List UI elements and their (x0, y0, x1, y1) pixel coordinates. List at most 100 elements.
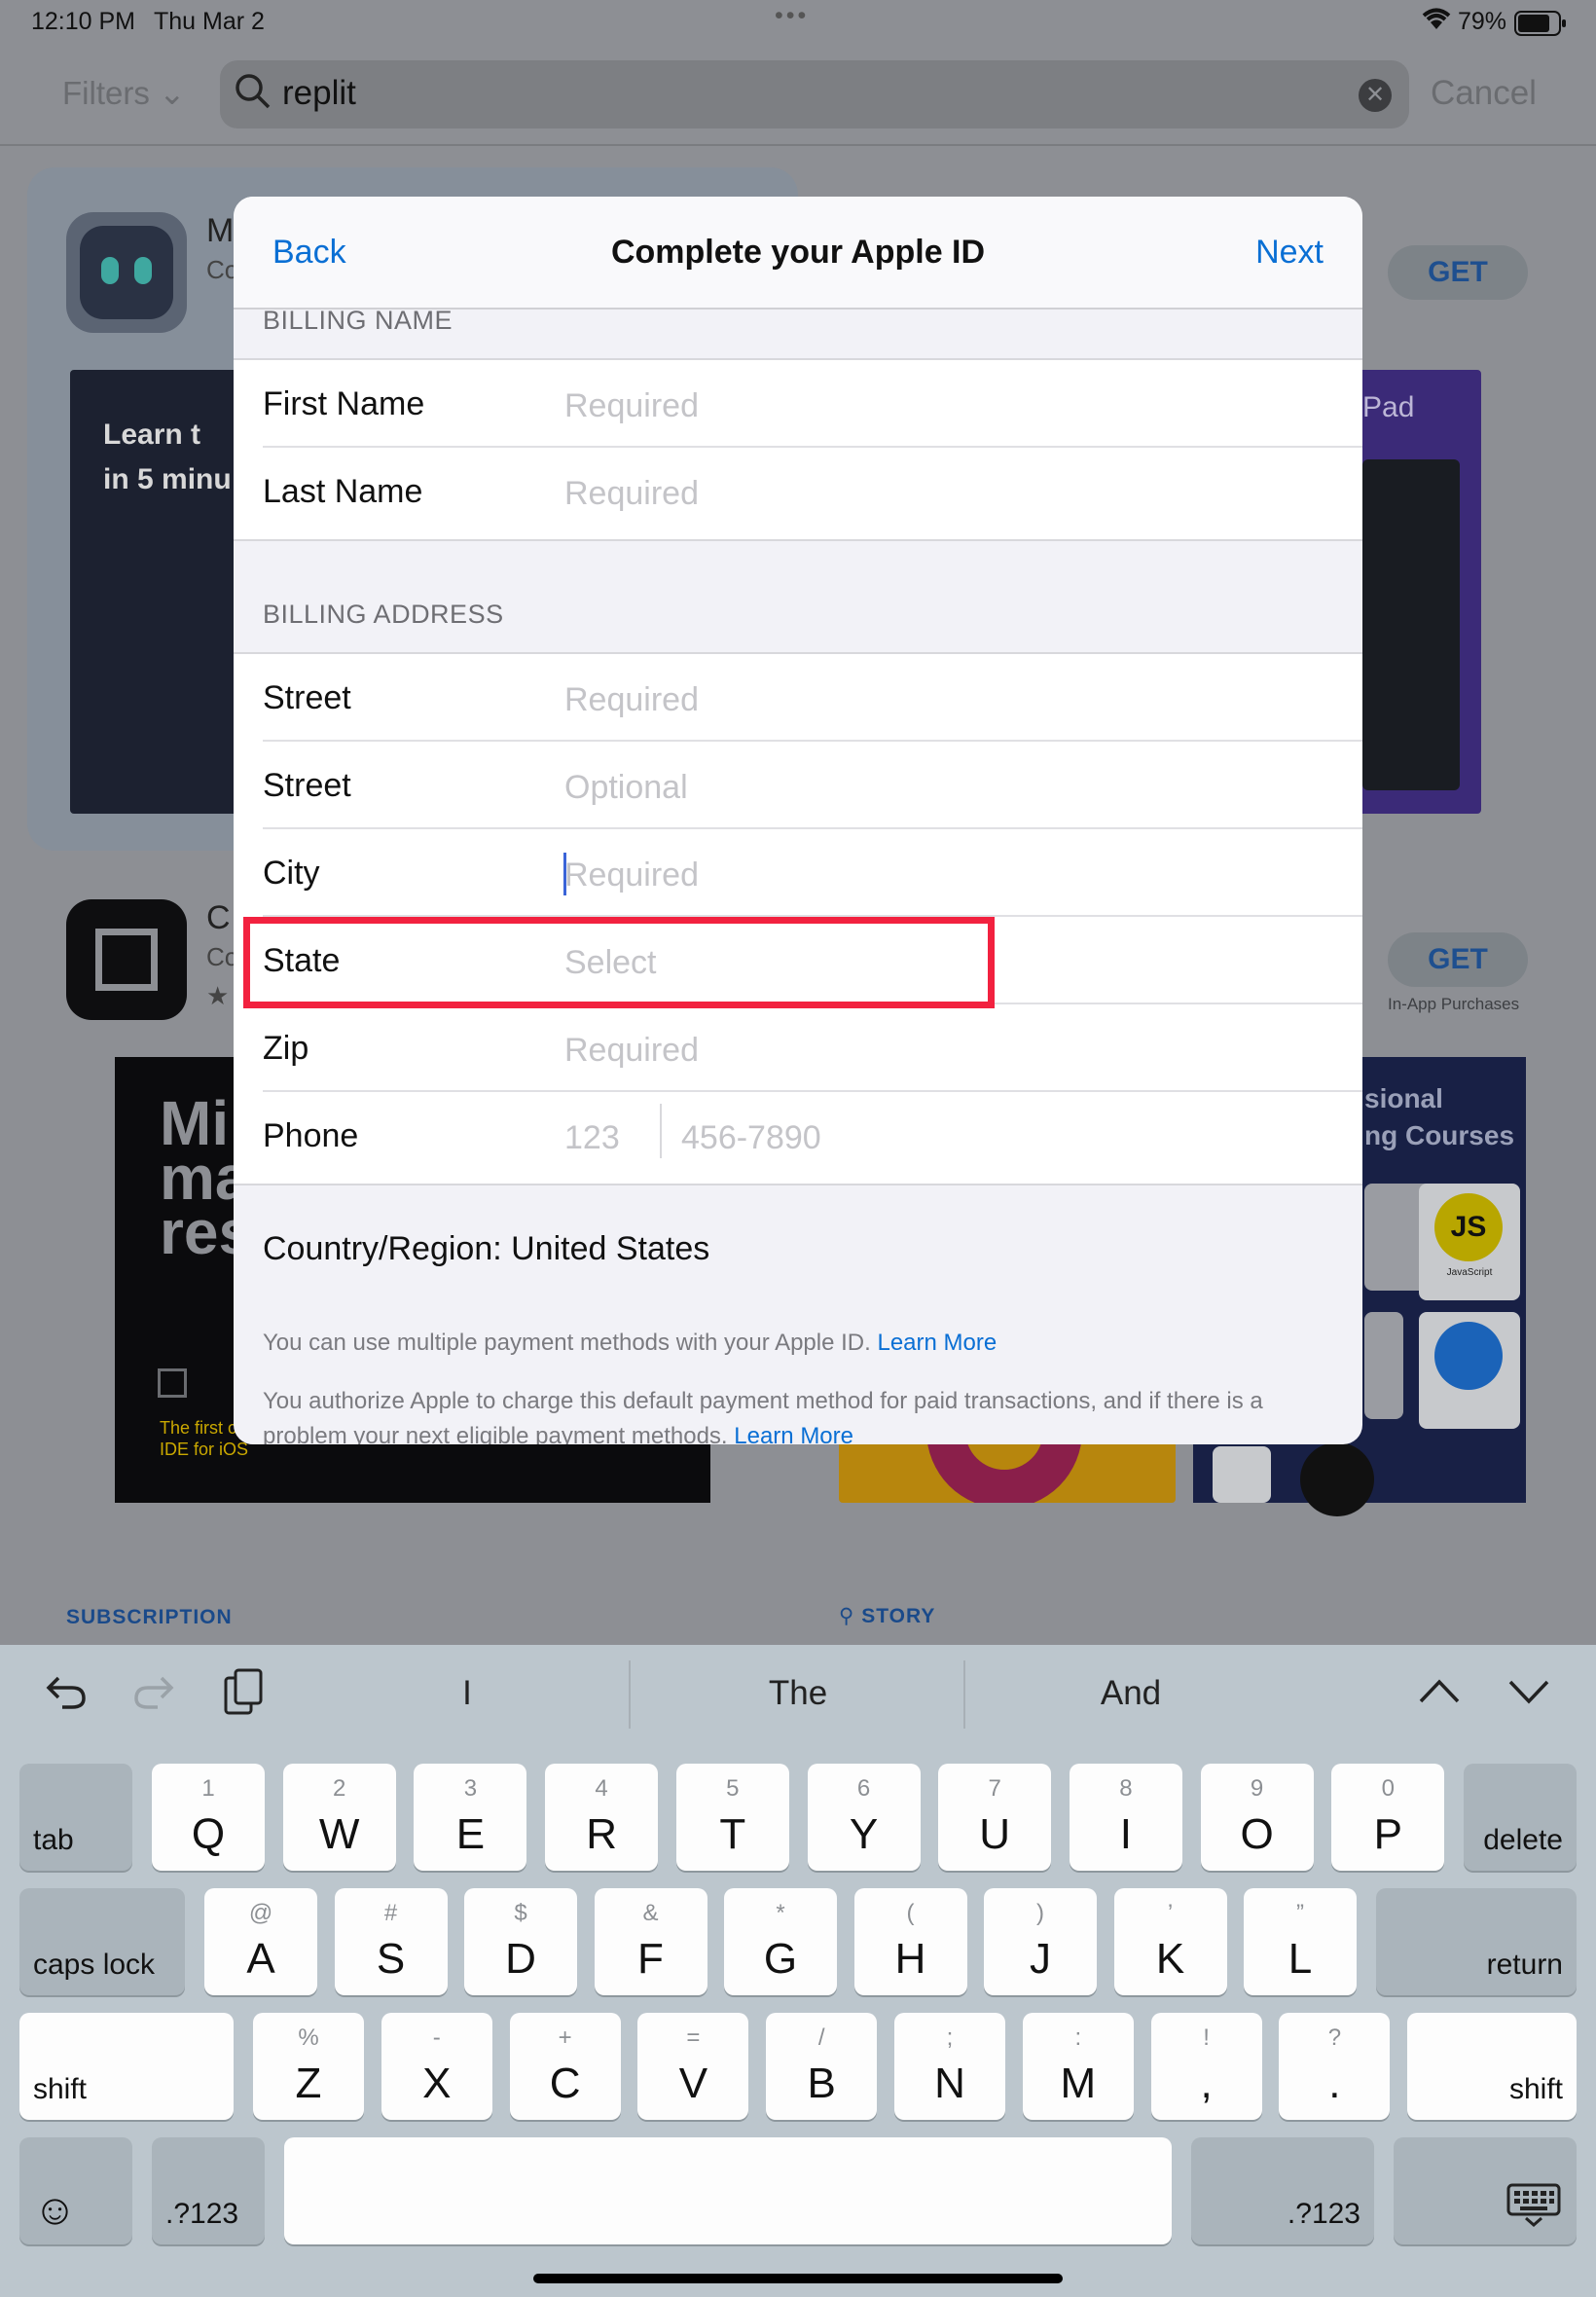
key-label: D (505, 1935, 536, 1983)
city-row[interactable]: City Required (234, 829, 1362, 917)
key-v[interactable]: = V (637, 2013, 749, 2120)
key-alt-label: = (686, 2024, 701, 2051)
numbers-key-left[interactable]: .?123 (152, 2137, 265, 2244)
key-n[interactable]: ; N (894, 2013, 1005, 2120)
emoji-icon: ☺ (33, 2186, 77, 2234)
key-c[interactable]: + C (509, 2013, 621, 2120)
key-alt-label: 0 (1381, 1775, 1395, 1802)
phone-area-input[interactable]: 123 (564, 1119, 620, 1157)
sheet-title: Complete your Apple ID (610, 234, 986, 271)
key-y[interactable]: 6Y (807, 1764, 921, 1871)
street-input[interactable]: Required (564, 681, 699, 719)
billing-name-group: First Name Required Last Name Required (234, 358, 1362, 541)
street2-label: Street (263, 767, 351, 804)
dismiss-keyboard-key[interactable] (1394, 2137, 1577, 2244)
tab-key[interactable]: tab (19, 1764, 132, 1871)
star-icon: ★ (206, 981, 230, 1010)
next-button[interactable]: Next (1255, 234, 1324, 272)
suggestion-2[interactable]: The (701, 1674, 895, 1713)
key-e[interactable]: 3E (414, 1764, 527, 1871)
clear-search-icon[interactable]: ✕ (1359, 79, 1392, 112)
key-h[interactable]: (H (853, 1888, 967, 1995)
billing-name-header: BILLING NAME (263, 306, 453, 335)
space-bar[interactable] (284, 2137, 1172, 2244)
first-name-row[interactable]: First Name Required (234, 360, 1362, 448)
key-w[interactable]: 2W (282, 1764, 396, 1871)
key-alt-label: 1 (201, 1775, 215, 1802)
key-period[interactable]: ?. (1279, 2013, 1391, 2120)
phone-number-input[interactable]: 456-7890 (681, 1119, 821, 1157)
get-button[interactable]: GET (1388, 932, 1528, 987)
key-label: A (246, 1935, 275, 1983)
key-i[interactable]: 8I (1069, 1764, 1182, 1871)
key-s[interactable]: # S (334, 1888, 448, 1995)
city-input[interactable]: Required (564, 857, 699, 894)
key-alt-label: ) (1036, 1900, 1044, 1926)
chevron-down-icon[interactable] (1506, 1672, 1551, 1721)
key-x[interactable]: -X (381, 2013, 492, 2120)
billing-address-header: BILLING ADDRESS (263, 600, 504, 629)
zip-row[interactable]: Zip Required (234, 1004, 1362, 1092)
cancel-search-button[interactable]: Cancel (1431, 74, 1537, 113)
subscription-label: SUBSCRIPTION (66, 1606, 233, 1628)
key-r[interactable]: 4R (545, 1764, 659, 1871)
suggestion-3[interactable]: And (1034, 1674, 1228, 1713)
key-q[interactable]: 1Q (152, 1764, 265, 1871)
key-g[interactable]: * G (724, 1888, 837, 1995)
shift-key-left[interactable]: shift (19, 2013, 234, 2120)
key-label: M (1060, 2060, 1097, 2107)
first-name-input[interactable]: Required (564, 387, 699, 425)
key-k[interactable]: ’ K (1113, 1888, 1227, 1995)
key-j[interactable]: ) J (984, 1888, 1097, 1995)
key-comma[interactable]: !, (1150, 2013, 1262, 2120)
zip-input[interactable]: Required (564, 1032, 699, 1070)
learn-more-link[interactable]: Learn More (734, 1423, 853, 1444)
get-button[interactable]: GET (1388, 245, 1528, 300)
app-icon-robot[interactable] (66, 212, 187, 333)
redo-icon[interactable] (132, 1672, 175, 1721)
search-field[interactable]: replit ✕ (220, 60, 1409, 128)
key-l[interactable]: ” L (1244, 1888, 1357, 1995)
key-z[interactable]: % Z (253, 2013, 364, 2120)
caps-lock-key[interactable]: caps lock (19, 1888, 185, 1995)
key-p[interactable]: 0P (1331, 1764, 1445, 1871)
multitask-dots-icon[interactable]: ••• (775, 2, 809, 30)
shift-key-right[interactable]: shift (1407, 2013, 1577, 2120)
filters-button[interactable]: Filters ⌄ (62, 74, 186, 112)
phone-row[interactable]: Phone 123 456-7890 (234, 1092, 1362, 1180)
key-label: L (1288, 1935, 1313, 1983)
street2-input[interactable]: Optional (564, 769, 688, 807)
home-indicator[interactable] (533, 2274, 1063, 2283)
key-a[interactable]: @ A (204, 1888, 317, 1995)
in-app-purchases-label: In-App Purchases (1388, 995, 1520, 1013)
country-region[interactable]: Country/Region: United States (263, 1230, 709, 1268)
key-u[interactable]: 7U (938, 1764, 1052, 1871)
app-icon-square[interactable] (66, 899, 187, 1020)
key-label: B (807, 2060, 836, 2107)
key-label: O (1240, 1810, 1274, 1858)
paste-icon[interactable] (222, 1668, 265, 1727)
key-alt-label: - (432, 2024, 441, 2051)
key-t[interactable]: 5T (675, 1764, 789, 1871)
suggestion-1[interactable]: I (428, 1674, 506, 1713)
key-alt-label: 5 (726, 1775, 740, 1802)
delete-key[interactable]: delete (1464, 1764, 1577, 1871)
key-d[interactable]: $ D (464, 1888, 577, 1995)
key-alt-label: ? (1327, 2024, 1342, 2051)
key-o[interactable]: 9O (1200, 1764, 1314, 1871)
key-m[interactable]: :M (1022, 2013, 1134, 2120)
key-f[interactable]: & F (594, 1888, 707, 1995)
return-key[interactable]: return (1376, 1888, 1577, 1995)
key-alt-label: % (298, 2024, 319, 2051)
street2-row[interactable]: Street Optional (234, 742, 1362, 829)
numbers-key-right[interactable]: .?123 (1191, 2137, 1374, 2244)
learn-more-link[interactable]: Learn More (877, 1330, 997, 1356)
key-label: K (1155, 1935, 1185, 1983)
last-name-row[interactable]: Last Name Required (234, 448, 1362, 535)
undo-icon[interactable] (45, 1672, 88, 1721)
street-row[interactable]: Street Required (234, 654, 1362, 742)
chevron-up-icon[interactable] (1417, 1672, 1462, 1721)
emoji-key[interactable]: ☺ (19, 2137, 132, 2244)
last-name-input[interactable]: Required (564, 475, 699, 513)
key-b[interactable]: / B (766, 2013, 878, 2120)
